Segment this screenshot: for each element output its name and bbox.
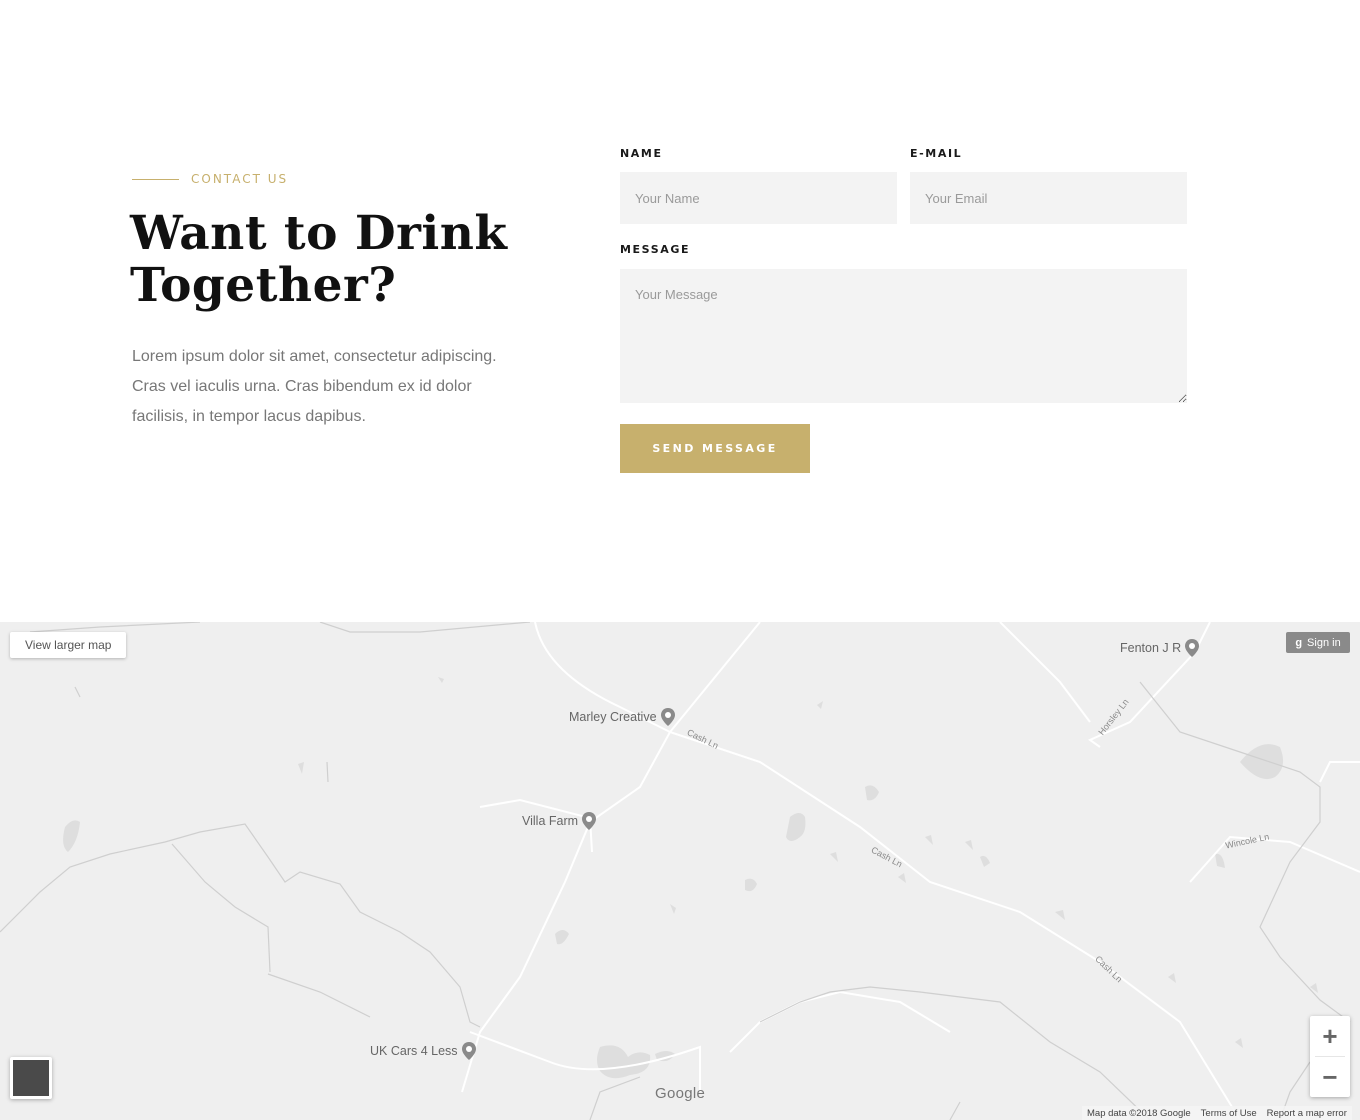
map-canvas (0, 622, 1360, 1120)
sign-in-label: Sign in (1307, 636, 1341, 649)
terms-of-use-link[interactable]: Terms of Use (1196, 1108, 1262, 1119)
page-title-line-2: Together? (130, 258, 397, 313)
send-message-button[interactable]: SEND MESSAGE (620, 424, 810, 473)
google-g-icon: g (1295, 636, 1303, 649)
intro-paragraph: Lorem ipsum dolor sit amet, consectetur … (132, 348, 497, 425)
section-eyebrow: CONTACT US (132, 170, 288, 188)
place-label: UK Cars 4 Less (370, 1044, 458, 1058)
street-view-button[interactable] (10, 1057, 52, 1099)
map-pin-icon (1185, 639, 1200, 657)
view-larger-map-button[interactable]: View larger map (10, 632, 127, 658)
embedded-map[interactable]: Marley Creative Villa Farm Fenton J R UK… (0, 622, 1360, 1120)
page-title: Want to Drink Together? (130, 208, 590, 312)
email-label: E-MAIL (910, 147, 963, 160)
email-input[interactable] (910, 172, 1187, 224)
map-place-marley-creative[interactable]: Marley Creative (569, 708, 675, 726)
map-sign-in-button[interactable]: g Sign in (1286, 632, 1350, 653)
report-map-error-link[interactable]: Report a map error (1262, 1108, 1352, 1119)
zoom-out-button[interactable]: − (1310, 1057, 1350, 1097)
map-pin-icon (461, 1042, 476, 1060)
place-label: Fenton J R (1120, 641, 1182, 655)
place-label: Marley Creative (569, 710, 657, 724)
google-logo: Google (655, 1085, 706, 1102)
zoom-control: + − (1310, 1016, 1350, 1097)
map-place-uk-cars-4-less[interactable]: UK Cars 4 Less (370, 1042, 476, 1060)
map-pin-icon (660, 708, 675, 726)
map-data-notice: Map data ©2018 Google (1087, 1107, 1191, 1119)
plus-icon: + (1322, 1020, 1338, 1051)
map-place-villa-farm[interactable]: Villa Farm (522, 812, 597, 830)
zoom-in-button[interactable]: + (1310, 1016, 1350, 1056)
map-pin-icon (582, 812, 597, 830)
page-title-line-1: Want to Drink (130, 206, 508, 261)
name-input[interactable] (620, 172, 897, 224)
message-label: MESSAGE (620, 243, 691, 256)
street-view-icon (13, 1060, 49, 1096)
name-label: NAME (620, 147, 663, 160)
eyebrow-line (132, 178, 179, 180)
minus-icon: − (1322, 1061, 1338, 1092)
eyebrow-text: CONTACT US (191, 172, 289, 186)
map-attribution: Map data ©2018 Google Terms of Use Repor… (1082, 1106, 1352, 1120)
map-place-fenton-jr[interactable]: Fenton J R (1120, 639, 1200, 657)
message-textarea[interactable] (620, 269, 1187, 403)
place-label: Villa Farm (522, 814, 579, 828)
